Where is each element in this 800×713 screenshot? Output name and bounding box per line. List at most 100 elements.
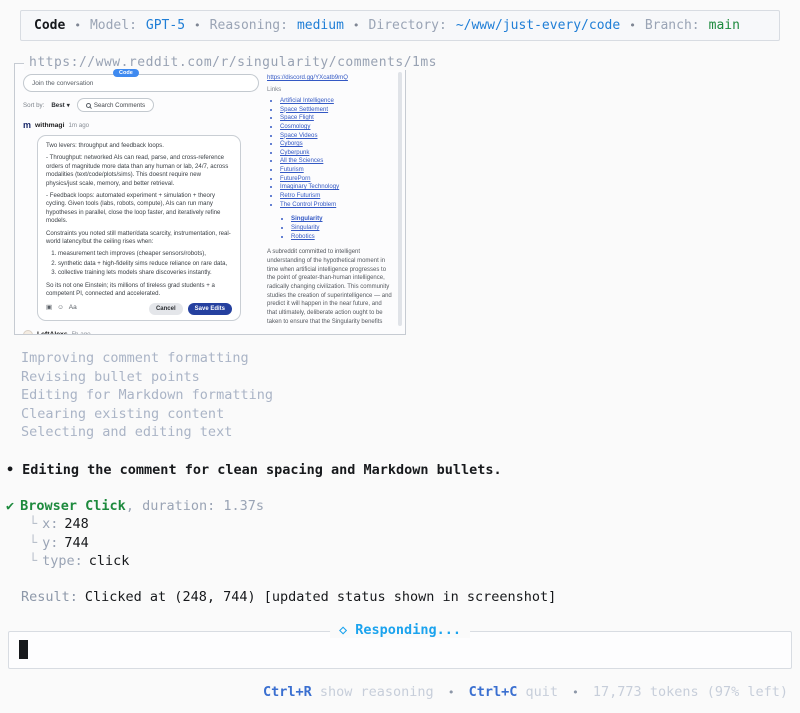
corner-icon: └ (29, 553, 37, 569)
tool-call: ✔ Browser Click, duration: 1.37s └ x: 248 └… (6, 497, 800, 571)
tool-params: └x:248 └y:744 └type:click (29, 515, 800, 571)
comment-paragraph: - Feedback loops: automated experiment +… (46, 192, 232, 226)
comment-timestamp: 1m ago (68, 122, 89, 129)
scrollbar[interactable] (398, 72, 402, 326)
comment-username[interactable]: LeftAlexs (37, 331, 68, 334)
comment-numbered-list: measurement tech improves (cheaper senso… (58, 250, 232, 277)
corner-icon: └ (29, 535, 37, 551)
sidebar-link[interactable]: Singularity (291, 215, 393, 224)
comment-list-item: collective training lets models share di… (58, 269, 232, 277)
sidebar-link[interactable]: Artificial Intelligence (280, 97, 393, 106)
cancel-button[interactable]: Cancel (149, 303, 183, 315)
editor-format-icon[interactable]: ☺ (57, 304, 64, 313)
sort-dropdown[interactable]: Best ▾ (51, 102, 70, 109)
responding-status: ◇ Responding... (330, 622, 470, 638)
tool-duration: , duration: 1.37s (126, 498, 264, 514)
param-value: 744 (64, 535, 88, 551)
avatar: m (23, 121, 31, 130)
separator-dot-icon: • (629, 19, 636, 32)
sidebar-link[interactable]: Cosmology (280, 123, 393, 132)
sidebar-link[interactable]: FuturePorn (280, 175, 393, 184)
app-title: Code (34, 18, 65, 33)
tool-param-row: └ x: 248 (29, 515, 800, 534)
discord-link[interactable]: https://discord.gg/YXcatb9mQ (267, 74, 393, 81)
composer-input[interactable]: ◇ Responding... (8, 631, 792, 669)
comment-paragraph: - Throughput: networked AIs can read, pa… (46, 154, 232, 188)
browser-url: https://www.reddit.com/r/singularity/com… (24, 55, 442, 70)
comment-reply: LeftAlexs 5h ago I recommend looking at … (23, 330, 259, 334)
branch-label: Branch: (645, 18, 700, 33)
sidebar-link[interactable]: The Control Problem (280, 201, 393, 210)
token-count: 17,773 tokens (97% left) (593, 684, 788, 700)
result-label: Result: (21, 589, 78, 605)
editor-toolbar: ▣ ☺ Aa (46, 304, 144, 313)
subreddit-description: A subreddit committed to intelligent und… (267, 248, 393, 326)
sidebar-link[interactable]: Imaginary Technology (280, 183, 393, 192)
param-key: x: (42, 516, 58, 532)
comment-paragraph: Constraints you noted still matter/data … (46, 230, 232, 247)
ctrl-c-label: quit (526, 684, 559, 700)
reddit-screenshot: Join the conversation Code Sort by: Best… (15, 64, 405, 334)
status-line: Clearing existing content (21, 405, 800, 424)
join-conversation-input[interactable]: Join the conversation (23, 74, 259, 92)
agent-thought: •Editing the comment for clean spacing a… (6, 462, 800, 478)
param-key: type: (42, 553, 83, 569)
virtual-cursor-badge: Code (113, 69, 139, 77)
links-label: Links (267, 86, 393, 93)
tool-param-row: └ y: 744 (29, 534, 800, 553)
bullet-icon: • (6, 462, 14, 478)
editor-format-icon[interactable]: Aa (69, 304, 77, 313)
reasoning-value: medium (297, 18, 344, 33)
sort-by-label: Sort by: (23, 102, 44, 109)
comment-timestamp: 5h ago (72, 331, 91, 334)
sidebar-link[interactable]: Cyberpunk (280, 149, 393, 158)
comment-closing: So its not one Einstein; its millions of… (46, 282, 232, 299)
comment-username[interactable]: withmagi (35, 122, 64, 129)
sidebar-link[interactable]: Futurism (280, 166, 393, 175)
avatar (23, 330, 33, 334)
status-line: Improving comment formatting (21, 349, 800, 368)
footer-hints: Ctrl+R show reasoning • Ctrl+C quit • 17… (0, 684, 800, 700)
status-line: Revising bullet points (21, 368, 800, 387)
sidebar-sublinks-list: SingularitySingularityRobotics (291, 215, 393, 241)
text-cursor (19, 640, 28, 659)
directory-value: ~/www/just-every/code (456, 18, 620, 33)
browser-screenshot-frame: https://www.reddit.com/r/singularity/com… (14, 63, 406, 335)
sidebar-link[interactable]: Retro Futurism (280, 192, 393, 201)
comment-edit-textarea[interactable]: Two levers: throughput and feedback loop… (37, 135, 241, 321)
sidebar-link[interactable]: Space Flight (280, 114, 393, 123)
directory-label: Directory: (369, 18, 447, 33)
comment-paragraph: Two levers: throughput and feedback loop… (46, 142, 232, 150)
sidebar-links-list: Artificial IntelligenceSpace SettlementS… (280, 97, 393, 209)
separator-dot-icon: • (448, 686, 455, 699)
status-bar: Code • Model: GPT-5 • Reasoning: medium … (20, 10, 780, 41)
ctrl-r-label: show reasoning (320, 684, 434, 700)
corner-icon: └ (29, 516, 37, 532)
separator-dot-icon: • (74, 19, 81, 32)
editor-format-icon[interactable]: ▣ (46, 304, 52, 313)
search-icon (86, 103, 91, 108)
tool-result: Result:Clicked at (248, 744) [updated st… (21, 589, 800, 605)
check-icon: ✔ (6, 498, 14, 514)
comment-list-item: synthetic data + high-fidelity sims redu… (58, 260, 232, 268)
sidebar-link[interactable]: Space Settlement (280, 106, 393, 115)
param-key: y: (42, 535, 58, 551)
sidebar-link[interactable]: Singularity (291, 224, 393, 233)
model-label: Model: (90, 18, 137, 33)
search-comments-button[interactable]: Search Comments (77, 98, 154, 112)
sidebar-link[interactable]: Robotics (291, 233, 393, 242)
status-line: Editing for Markdown formatting (21, 386, 800, 405)
sidebar-link[interactable]: Cyborgs (280, 140, 393, 149)
comment-paragraphs: Two levers: throughput and feedback loop… (46, 142, 232, 246)
ctrl-c-shortcut: Ctrl+C (469, 684, 518, 700)
separator-dot-icon: • (353, 19, 360, 32)
subreddit-sidebar: https://discord.gg/YXcatb9mQ Links Artif… (267, 74, 393, 326)
separator-dot-icon: • (572, 686, 579, 699)
save-edits-button[interactable]: Save Edits (188, 303, 232, 315)
ctrl-r-shortcut: Ctrl+R (263, 684, 312, 700)
sidebar-link[interactable]: All the Sciences (280, 157, 393, 166)
tool-name: Browser Click (20, 498, 126, 514)
param-value: 248 (64, 516, 88, 532)
sidebar-link[interactable]: Space Videos (280, 132, 393, 141)
separator-dot-icon: • (194, 19, 201, 32)
